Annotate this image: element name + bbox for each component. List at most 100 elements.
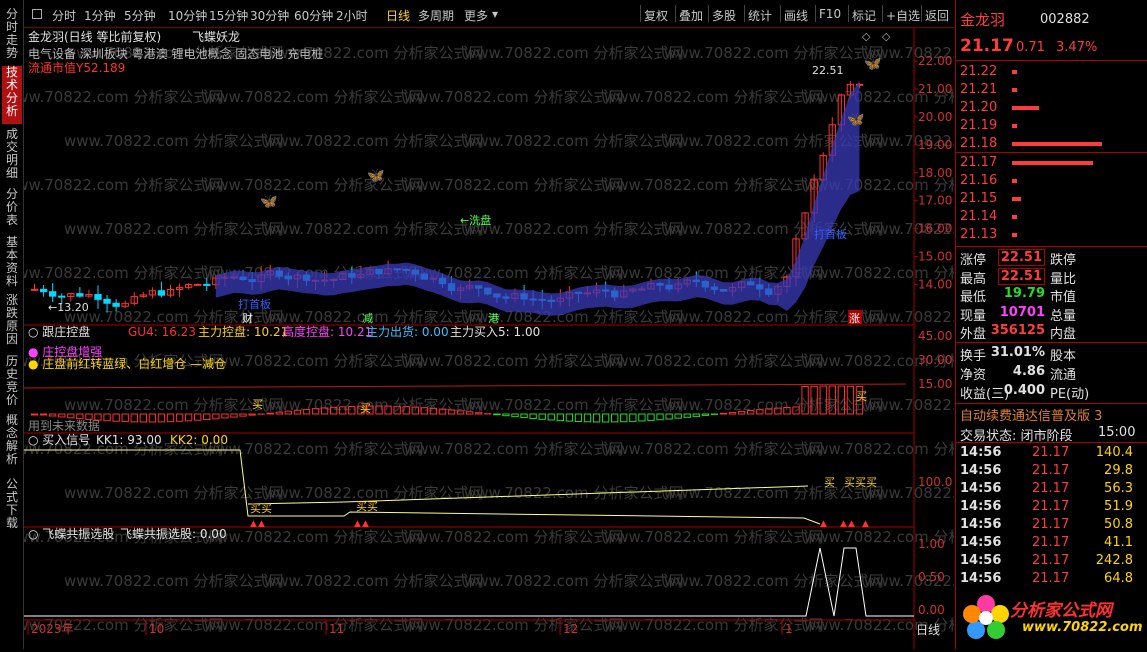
price-tick-label: 14.00 [918, 277, 952, 291]
period-5[interactable]: 30分钟 [250, 7, 289, 24]
toolbar-right-3[interactable]: 统计 [748, 7, 772, 24]
toolbar-right-8[interactable]: 返回 [925, 7, 949, 24]
trade-price: 21.17 [1032, 481, 1069, 496]
panel2-bar [521, 414, 527, 418]
panel2-axis-label: 45.00 [918, 329, 952, 343]
time-axis-label: 10 [149, 622, 164, 636]
period-0[interactable]: 分时 [52, 7, 76, 24]
left-tab-0[interactable]: 分时走势 [2, 8, 22, 63]
left-tab-6[interactable]: 历史竞价 [2, 355, 22, 410]
left-tab-2[interactable]: 成交明细 [2, 128, 22, 184]
trade-volume: 51.9 [1104, 499, 1133, 514]
panel2-bar [621, 414, 627, 422]
trade-time: 14:56 [960, 445, 1001, 460]
panel2-bar [512, 414, 518, 417]
watermark-text: www.70822.com 分析家公式网 [664, 220, 884, 238]
bid-price: 21.17 [960, 155, 997, 170]
price-tick-label: 16.00 [918, 222, 952, 236]
trade-time: 14:56 [960, 463, 1001, 478]
trade-price: 21.17 [1032, 463, 1069, 478]
toolbar-right-6[interactable]: 标记 [852, 7, 876, 24]
trade-volume: 56.3 [1104, 481, 1133, 496]
panel2-bar [702, 414, 708, 415]
toolbar-right-5[interactable]: F10 [819, 7, 841, 21]
panel3-buy-tag: 买买 [250, 502, 272, 515]
bid-price: 21.13 [960, 227, 997, 242]
left-tab-4[interactable]: 基本资料 [2, 236, 22, 290]
period-indicator: 日线 [916, 623, 940, 637]
watermark-text: www.70822.com 分析家公式网 [404, 88, 624, 106]
last-price: 21.17 [960, 36, 1014, 56]
panel2-item: GU4: 16.23 [128, 325, 196, 339]
trade-time: 14:56 [960, 481, 1001, 496]
tag-first-board: 打首板 [238, 297, 271, 311]
price-tick-label: 18.00 [918, 166, 952, 180]
toolbar-checkbox[interactable] [32, 9, 42, 19]
watermark-text: www.70822.com 分析家公式网 [64, 572, 284, 590]
panel2-bar [612, 414, 618, 422]
panel2-axis-label: 15.00 [918, 377, 952, 391]
panel2-bar [539, 414, 545, 419]
left-tab-7[interactable]: 概念解析 [2, 414, 22, 474]
time-axis-label: 2023年 [31, 622, 74, 636]
left-tab-8[interactable]: 公式下载 [2, 478, 22, 530]
panel2-bar [59, 414, 65, 417]
period-9[interactable]: 多周期 [418, 7, 454, 24]
watermark-text: www.70822.com 分析家公式网 [264, 308, 484, 326]
trade-price: 21.17 [1032, 553, 1069, 568]
panel2-bar [557, 414, 563, 421]
toolbar-right-2[interactable]: 多股 [712, 7, 736, 24]
watermark-text: www.70822.com 分析家公式网 [404, 176, 624, 194]
more-chevron-icon[interactable]: ▾ [492, 7, 498, 21]
bid-price: 21.16 [960, 173, 997, 188]
panel3-marker: ▲ [258, 519, 265, 529]
stat-label: 外盘 [960, 323, 986, 342]
toolbar-right-1[interactable]: 叠加 [679, 7, 703, 24]
quote-panel: 金龙羽 002882 21.17 0.71 3.47% 21.2221.2121… [955, 0, 1147, 649]
candle-body [158, 291, 164, 295]
chart-area[interactable]: www.70822.com 分析家公式网www.70822.com 分析家公式网… [24, 28, 954, 649]
left-tab-5[interactable]: 涨跌原因 [2, 294, 22, 350]
price-change: 0.71 [1016, 40, 1045, 55]
kline-chart-svg[interactable]: www.70822.com 分析家公式网www.70822.com 分析家公式网… [24, 28, 954, 649]
watermark-text: www.70822.com 分析家公式网 [464, 220, 684, 238]
panel2-bar [530, 414, 536, 418]
panel2-bar [575, 414, 581, 422]
period-4[interactable]: 15分钟 [209, 7, 248, 24]
ask-price: 21.20 [960, 100, 997, 115]
panel2-bar [240, 414, 246, 416]
toolbar-right-4[interactable]: 画线 [784, 7, 808, 24]
diamond-icon[interactable]: ◇ [862, 30, 871, 43]
bid-price: 21.14 [960, 209, 997, 224]
toolbar-right-0[interactable]: 复权 [644, 7, 668, 24]
watermark-text: www.70822.com 分析家公式网 [464, 132, 684, 150]
left-tab-3[interactable]: 分价表 [2, 188, 22, 232]
stat2-value: 0.400 [1004, 383, 1045, 398]
bid-volume-bar [1012, 233, 1017, 237]
panel2-bar [213, 414, 219, 419]
panel2-name: ○ 跟庄控盘 [28, 324, 90, 339]
panel2-bar [231, 414, 237, 417]
trade-volume: 140.4 [1096, 445, 1133, 460]
candle-body [77, 294, 83, 296]
period-2[interactable]: 5分钟 [124, 7, 156, 24]
period-1[interactable]: 1分钟 [84, 7, 116, 24]
period-7[interactable]: 2小时 [336, 7, 368, 24]
watermark-text: www.70822.com 分析家公式网 [64, 484, 284, 502]
toolbar-right-7[interactable]: +自选 [886, 7, 920, 24]
period-6[interactable]: 60分钟 [294, 7, 333, 24]
trade-time: 14:56 [960, 499, 1001, 514]
period-10[interactable]: 更多 [464, 7, 488, 24]
left-tab-1[interactable]: 技术分析 [2, 66, 22, 124]
watermark-text: www.70822.com 分析家公式网 [204, 176, 424, 194]
logo-text: 分析家公式网 [1010, 596, 1112, 621]
watermark-text: www.70822.com 分析家公式网 [204, 616, 424, 634]
panel2-buy-tag: 买 [360, 402, 371, 415]
panel2-bar [693, 414, 699, 416]
panel2-bar [140, 414, 146, 422]
close-icon[interactable]: ◇ [882, 30, 891, 43]
trade-price: 21.17 [1032, 499, 1069, 514]
panel2-bar [630, 414, 636, 421]
period-3[interactable]: 10分钟 [168, 7, 207, 24]
period-8[interactable]: 日线 [386, 7, 410, 24]
